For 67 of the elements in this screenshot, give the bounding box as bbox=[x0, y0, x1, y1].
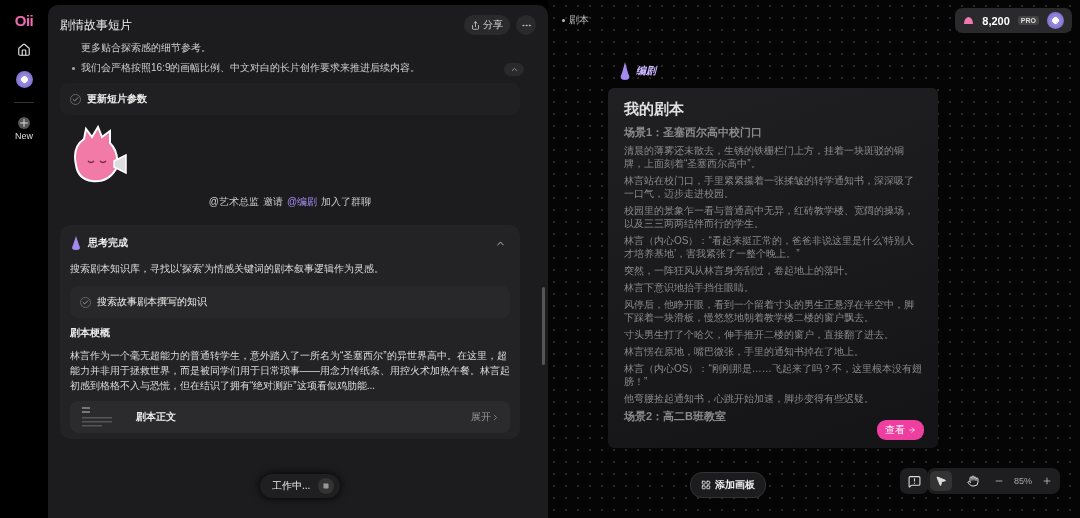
plus-icon bbox=[18, 117, 30, 129]
notice-text: 邀请 bbox=[263, 195, 283, 209]
script-paragraph: 林言下意识地抬手挡住眼睛。 bbox=[624, 281, 755, 294]
plus-icon bbox=[1042, 476, 1052, 486]
scene-heading: 场景2：高二B班教室 bbox=[624, 409, 728, 424]
script-paragraph: 林言（内心OS）：“看起来挺正常的，爸爸非说这里是什么‘特别人才培养基地’，害我紧张了一整个晚上。” bbox=[624, 234, 915, 260]
task-label: 更新短片参数 bbox=[87, 92, 147, 106]
script-paragraph: 风停后，他睁开眼，看到一个留着寸头的男生正悬浮在半空中，脚下踩着一块滑板，慢悠悠地朝着教学楼二楼的窗户飘去。 bbox=[624, 298, 915, 324]
mention-link[interactable]: @编剧 bbox=[287, 195, 318, 209]
document-title: 剧本正文 bbox=[136, 410, 177, 424]
thinking-summary: 搜索剧本知识库，寻找以'探索'为情感关键词的剧本叙事逻辑作为灵感。 bbox=[70, 262, 385, 276]
chat-title: 剧情故事短片 bbox=[60, 16, 133, 34]
script-card[interactable] bbox=[608, 88, 938, 448]
feedback-button[interactable] bbox=[900, 468, 928, 494]
hand-icon bbox=[967, 475, 979, 487]
script-paragraph: 寸头男生打了个哈欠，伸手推开二楼的窗户，直接翻了进去。 bbox=[624, 328, 895, 341]
zoom-level: 85% bbox=[1014, 476, 1032, 486]
grid-icon bbox=[701, 480, 711, 490]
synopsis-heading: 剧本梗概 bbox=[70, 326, 111, 340]
stop-button[interactable] bbox=[318, 478, 335, 494]
flame-icon bbox=[618, 62, 632, 80]
feedback-icon bbox=[907, 474, 921, 488]
message-text: 我们会严格按照16:9的画幅比例、中文对白的长片创作要求来推进后续内容。 bbox=[81, 61, 421, 75]
user-avatar[interactable] bbox=[1047, 12, 1064, 29]
expand-link[interactable]: 展开 bbox=[471, 410, 500, 424]
bullet-icon bbox=[72, 67, 75, 70]
credit-count: 8,200 bbox=[982, 14, 1010, 27]
stop-icon bbox=[323, 483, 330, 489]
scrollbar[interactable] bbox=[542, 287, 545, 365]
view-button[interactable]: 查看 bbox=[877, 420, 924, 440]
document-thumbnail-icon bbox=[80, 405, 114, 429]
thinking-title: 思考完成 bbox=[88, 236, 129, 250]
scene-heading: 场景1：圣塞西尔高中校门口 bbox=[624, 125, 764, 140]
document-card[interactable]: 剧本正文 展开 bbox=[70, 401, 510, 433]
new-button[interactable]: New bbox=[15, 117, 33, 141]
share-icon bbox=[471, 20, 480, 30]
cursor-icon bbox=[935, 475, 947, 487]
profile-avatar[interactable] bbox=[15, 71, 33, 88]
script-title: 我的剧本 bbox=[624, 100, 685, 119]
script-paragraph: 林言（内心OS）：“刚刚那是……飞起来了吗？不，这里根本没有翅膀！” bbox=[624, 362, 922, 388]
app-logo: Oii bbox=[14, 12, 34, 29]
notice-text: 加入了群聊 bbox=[321, 195, 372, 209]
script-paragraph: 校园里的景象乍一看与普通高中无异，红砖教学楼、宽阔的操场，以及三三两两结伴而行的学生。 bbox=[624, 204, 915, 230]
script-paragraph: 林言愣在原地，嘴巴微张，手里的通知书掉在了地上。 bbox=[624, 345, 865, 358]
share-button[interactable]: 分享 bbox=[464, 15, 510, 35]
script-paragraph: 突然，一阵狂风从林言身旁刮过，卷起地上的落叶。 bbox=[624, 264, 855, 277]
synopsis-text: 林言作为一个毫无超能力的普通转学生，意外踏入了一所名为“圣塞西尔”的异世界高中。在这里，超能力并非用于拯救世界，而是被同学们用于日常琐事——用念力传纸条、用控火术加热午餐。林言起初感到格格不入与恐慌，但在结识了拥有“绝对测距”这项看似鸡肋能... bbox=[70, 349, 510, 393]
select-tool[interactable] bbox=[930, 471, 952, 491]
coin-stack-icon bbox=[963, 16, 975, 25]
status-label: 工作中... bbox=[272, 479, 311, 493]
chevron-up-icon bbox=[509, 65, 519, 74]
arrow-right-icon bbox=[908, 426, 916, 434]
home-button[interactable] bbox=[17, 43, 31, 57]
script-paragraph: 清晨的薄雾还未散去，生锈的铁栅栏门上方，挂着一块斑驳的铜牌，上面刻着“圣塞西尔高中”。 bbox=[624, 144, 905, 170]
step-label: 搜索故事剧本撰写的知识 bbox=[97, 295, 207, 309]
agent-name: 编剧 bbox=[636, 64, 656, 78]
breadcrumb[interactable]: 剧本 bbox=[569, 13, 589, 27]
notice-text: @艺术总监 bbox=[208, 195, 259, 209]
script-paragraph: 他弯腰捡起通知书，心跳开始加速，脚步变得有些迟疑。 bbox=[624, 392, 875, 405]
add-board-button[interactable]: 添加画板 bbox=[690, 472, 766, 498]
bullet-icon bbox=[562, 18, 565, 22]
chevron-right-icon bbox=[491, 412, 500, 422]
message-text: 更多贴合探索感的细节参考。 bbox=[81, 41, 211, 55]
zoom-in-button[interactable] bbox=[1042, 476, 1052, 486]
script-paragraph: 林言站在校门口，手里紧紧攥着一张揉皱的转学通知书，深深吸了一口气，迈步走进校园。 bbox=[624, 174, 915, 200]
flame-icon bbox=[70, 236, 82, 250]
home-icon bbox=[17, 43, 31, 57]
